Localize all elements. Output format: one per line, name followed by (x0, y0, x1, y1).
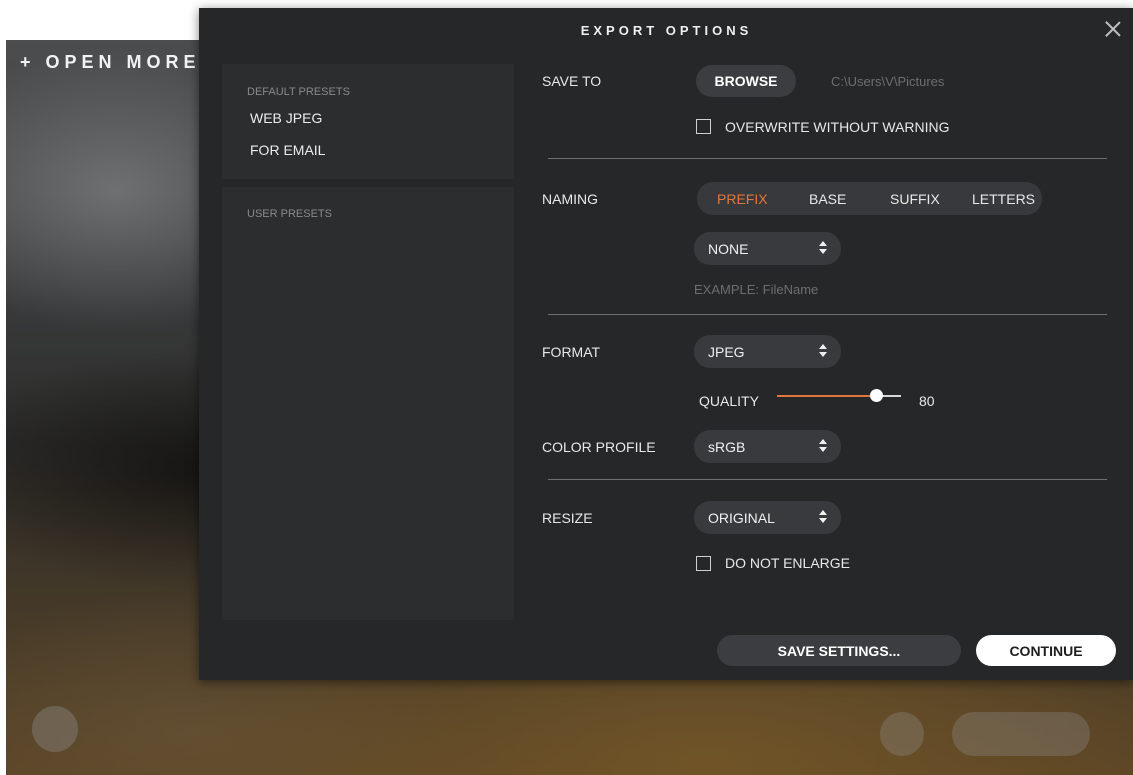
quality-label: QUALITY (699, 393, 759, 409)
background-round-button (32, 706, 78, 752)
prefix-select-value: NONE (708, 241, 749, 257)
do-not-enlarge-label[interactable]: DO NOT ENLARGE (725, 555, 850, 571)
export-options-dialog: EXPORT OPTIONS DEFAULT PRESETS WEB JPEG … (199, 8, 1133, 680)
presets-divider (222, 179, 514, 187)
prefix-select[interactable]: NONE (694, 232, 841, 265)
save-path-text: C:\Users\V\Pictures (831, 74, 945, 89)
quality-slider[interactable] (777, 389, 901, 403)
save-to-label: SAVE TO (542, 73, 602, 89)
chevron-updown-icon (819, 239, 827, 257)
background-pill-button (952, 712, 1090, 756)
naming-label: NAMING (542, 191, 598, 207)
quality-slider-fill (777, 395, 877, 397)
preset-item-web-jpeg[interactable]: WEB JPEG (250, 110, 322, 126)
resize-select[interactable]: ORIGINAL (694, 501, 841, 534)
background-round-button-right (880, 712, 924, 756)
tab-base[interactable]: BASE (809, 191, 846, 207)
color-profile-select[interactable]: sRGB (694, 430, 841, 463)
presets-panel: DEFAULT PRESETS WEB JPEG FOR EMAIL USER … (222, 64, 514, 620)
open-more-button[interactable]: + OPEN MORE (20, 52, 201, 73)
divider (548, 158, 1107, 159)
quality-value: 80 (919, 393, 935, 409)
save-settings-button[interactable]: SAVE SETTINGS... (717, 635, 961, 666)
format-label: FORMAT (542, 344, 601, 360)
overwrite-label[interactable]: OVERWRITE WITHOUT WARNING (725, 119, 950, 135)
format-select-value: JPEG (708, 344, 745, 360)
resize-select-value: ORIGINAL (708, 510, 775, 526)
resize-label: RESIZE (542, 510, 593, 526)
naming-tabs: PREFIX BASE SUFFIX LETTERS (697, 182, 1042, 215)
format-select[interactable]: JPEG (694, 335, 841, 368)
divider (548, 314, 1107, 315)
chevron-updown-icon (819, 342, 827, 360)
do-not-enlarge-checkbox[interactable] (696, 556, 711, 571)
color-profile-select-value: sRGB (708, 439, 746, 455)
close-icon[interactable] (1102, 18, 1124, 40)
continue-button[interactable]: CONTINUE (976, 635, 1116, 666)
user-presets-header: USER PRESETS (247, 208, 332, 220)
overwrite-checkbox[interactable] (696, 119, 711, 134)
color-profile-label: COLOR PROFILE (542, 439, 656, 455)
divider (548, 479, 1107, 480)
tab-suffix[interactable]: SUFFIX (890, 191, 940, 207)
browse-button[interactable]: BROWSE (696, 65, 796, 97)
naming-example: EXAMPLE: FileName (694, 282, 819, 297)
quality-slider-thumb[interactable] (870, 389, 884, 402)
chevron-updown-icon (819, 508, 827, 526)
chevron-updown-icon (819, 437, 827, 455)
dialog-title: EXPORT OPTIONS (580, 23, 753, 38)
tab-prefix[interactable]: PREFIX (717, 191, 768, 207)
preset-item-for-email[interactable]: FOR EMAIL (250, 142, 325, 158)
default-presets-header: DEFAULT PRESETS (247, 86, 350, 98)
tab-letters[interactable]: LETTERS (972, 191, 1035, 207)
